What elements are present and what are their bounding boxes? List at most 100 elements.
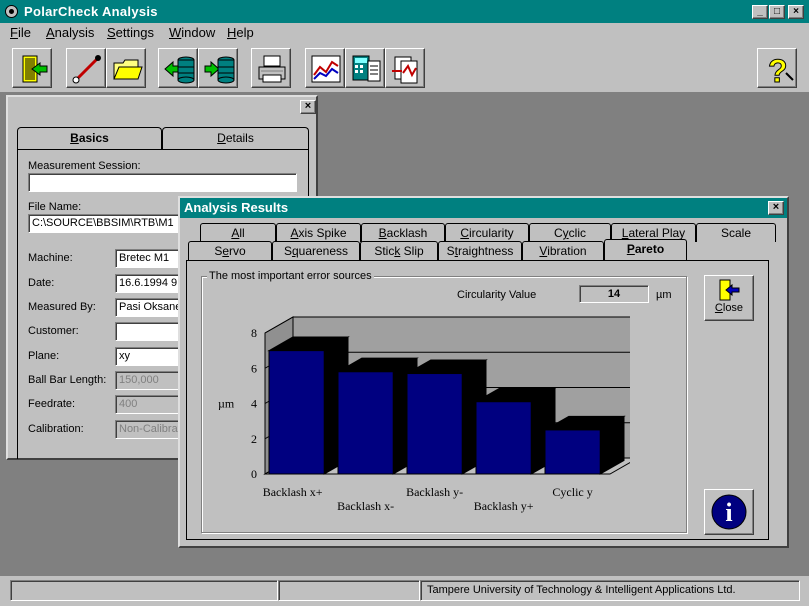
field-label: Ball Bar Length: <box>28 374 107 386</box>
status-bar: Tampere University of Technology & Intel… <box>0 576 809 606</box>
menu-window[interactable]: Window <box>169 25 215 40</box>
menu-bar: File Analysis Settings Window Help <box>0 23 809 43</box>
field-label: Measured By: <box>28 301 96 313</box>
x-tick-label: Backlash y+ <box>474 499 534 513</box>
y-tick-label: 6 <box>251 361 257 375</box>
calculate-button[interactable] <box>345 48 385 88</box>
toolbar: ? <box>0 43 809 93</box>
app-logo-icon <box>5 5 18 18</box>
tab-axis-spike[interactable]: Axis Spike <box>276 223 361 242</box>
tab-pareto[interactable]: Pareto <box>604 239 687 261</box>
info-icon: i <box>711 494 747 530</box>
field-label: Plane: <box>28 350 60 362</box>
tab-stick-slip[interactable]: Stick Slip <box>360 241 438 260</box>
tab-servo[interactable]: Servo <box>188 241 272 260</box>
help-button[interactable]: ? <box>757 48 797 88</box>
field-label: Date: <box>28 277 55 289</box>
close-button[interactable]: × <box>788 5 804 19</box>
tab-squareness[interactable]: Squareness <box>272 241 360 260</box>
compare-icon <box>392 56 418 84</box>
circularity-unit: µm <box>656 289 672 301</box>
status-text: Tampere University of Technology & Intel… <box>420 580 800 601</box>
field-label: Customer: <box>28 325 79 337</box>
app-title-bar[interactable]: PolarCheck Analysis _ □ × <box>0 0 809 23</box>
field-value[interactable]: 16.6.1994 9: <box>115 274 185 293</box>
menu-file[interactable]: File <box>10 25 31 40</box>
svg-text:i: i <box>725 498 732 527</box>
error-sources-title: The most important error sources <box>207 270 374 282</box>
measure-button[interactable] <box>66 48 106 88</box>
field-value: 150,000 <box>115 371 185 390</box>
menu-help[interactable]: Help <box>227 25 254 40</box>
bar <box>337 371 394 475</box>
exit-door-icon <box>22 55 48 83</box>
status-pane-middle <box>278 580 420 601</box>
import-button[interactable] <box>158 48 198 88</box>
session-close-button[interactable]: × <box>300 100 316 114</box>
bar <box>544 429 601 475</box>
field-value[interactable]: xy <box>115 347 185 366</box>
exit-button[interactable] <box>12 48 52 88</box>
close-label: Close <box>714 302 744 314</box>
field-label: Calibration: <box>28 423 84 435</box>
app-title: PolarCheck Analysis <box>24 4 158 19</box>
help-icon: ? <box>768 53 794 85</box>
bar <box>406 373 463 475</box>
export-button[interactable] <box>198 48 238 88</box>
x-tick-label: Cyclic y <box>552 485 592 499</box>
printer-icon <box>258 55 286 83</box>
menu-settings[interactable]: Settings <box>107 25 154 40</box>
field-value[interactable]: Bretec M1 <box>115 249 185 268</box>
import-database-icon <box>164 56 195 84</box>
field-value: Non-Calibrat <box>115 420 185 439</box>
calculator-icon <box>352 55 381 82</box>
y-tick-label: 4 <box>251 397 257 411</box>
svg-text:?: ? <box>768 53 788 85</box>
tab-scale[interactable]: Scale <box>696 223 776 242</box>
field-value[interactable]: Pasi Oksane <box>115 298 185 317</box>
analysis-results-window: Analysis Results × All Axis Spike Backlash… <box>178 196 789 548</box>
y-tick-label: 8 <box>251 326 257 340</box>
field-value: 400 <box>115 395 185 414</box>
bar <box>268 350 325 475</box>
bar <box>475 401 532 475</box>
print-button[interactable] <box>251 48 291 88</box>
info-button[interactable]: i <box>704 489 754 535</box>
compass-icon <box>72 55 101 84</box>
tab-cyclic[interactable]: Cyclic <box>529 223 611 242</box>
x-tick-label: Backlash x- <box>337 499 394 513</box>
minimize-button[interactable]: _ <box>752 5 768 19</box>
tab-circularity[interactable]: Circularity <box>445 223 529 242</box>
tab-backlash[interactable]: Backlash <box>361 223 445 242</box>
pareto-chart: 0 2 4 6 8 µm Backlash x+ Backlash x- Backlash y-… <box>218 316 630 513</box>
field-label: Feedrate: <box>28 398 76 410</box>
y-axis-label: µm <box>218 397 235 411</box>
y-tick-label: 2 <box>251 432 257 446</box>
compare-button[interactable] <box>385 48 425 88</box>
export-database-icon <box>204 56 235 84</box>
file-name-field[interactable]: C:\SOURCE\BBSIM\RTB\M1 <box>28 214 188 233</box>
measurement-session-label: Measurement Session: <box>28 160 141 172</box>
close-results-button[interactable]: Close <box>704 275 754 321</box>
field-value[interactable] <box>115 322 185 341</box>
measurement-session-field[interactable] <box>28 173 297 192</box>
maximize-button[interactable]: □ <box>769 5 785 19</box>
menu-analysis[interactable]: Analysis <box>46 25 94 40</box>
chart-icon <box>311 55 341 83</box>
x-tick-label: Backlash y- <box>406 485 463 499</box>
y-tick-label: 0 <box>251 467 257 481</box>
file-name-label: File Name: <box>28 201 82 213</box>
tab-vibration[interactable]: Vibration <box>522 241 604 260</box>
exit-door-icon <box>719 279 740 301</box>
tab-details[interactable]: Details <box>162 127 309 149</box>
results-title: Analysis Results <box>184 200 289 215</box>
x-tick-label: Backlash x+ <box>263 485 323 499</box>
status-pane-left <box>10 580 278 601</box>
results-close-button[interactable]: × <box>768 201 784 215</box>
tab-straightness[interactable]: Straightness <box>438 241 522 260</box>
open-button[interactable] <box>106 48 146 88</box>
tab-all[interactable]: All <box>200 223 276 242</box>
tab-basics[interactable]: Basics <box>17 127 162 149</box>
results-title-bar[interactable]: Analysis Results <box>180 198 787 218</box>
chart-button[interactable] <box>305 48 345 88</box>
